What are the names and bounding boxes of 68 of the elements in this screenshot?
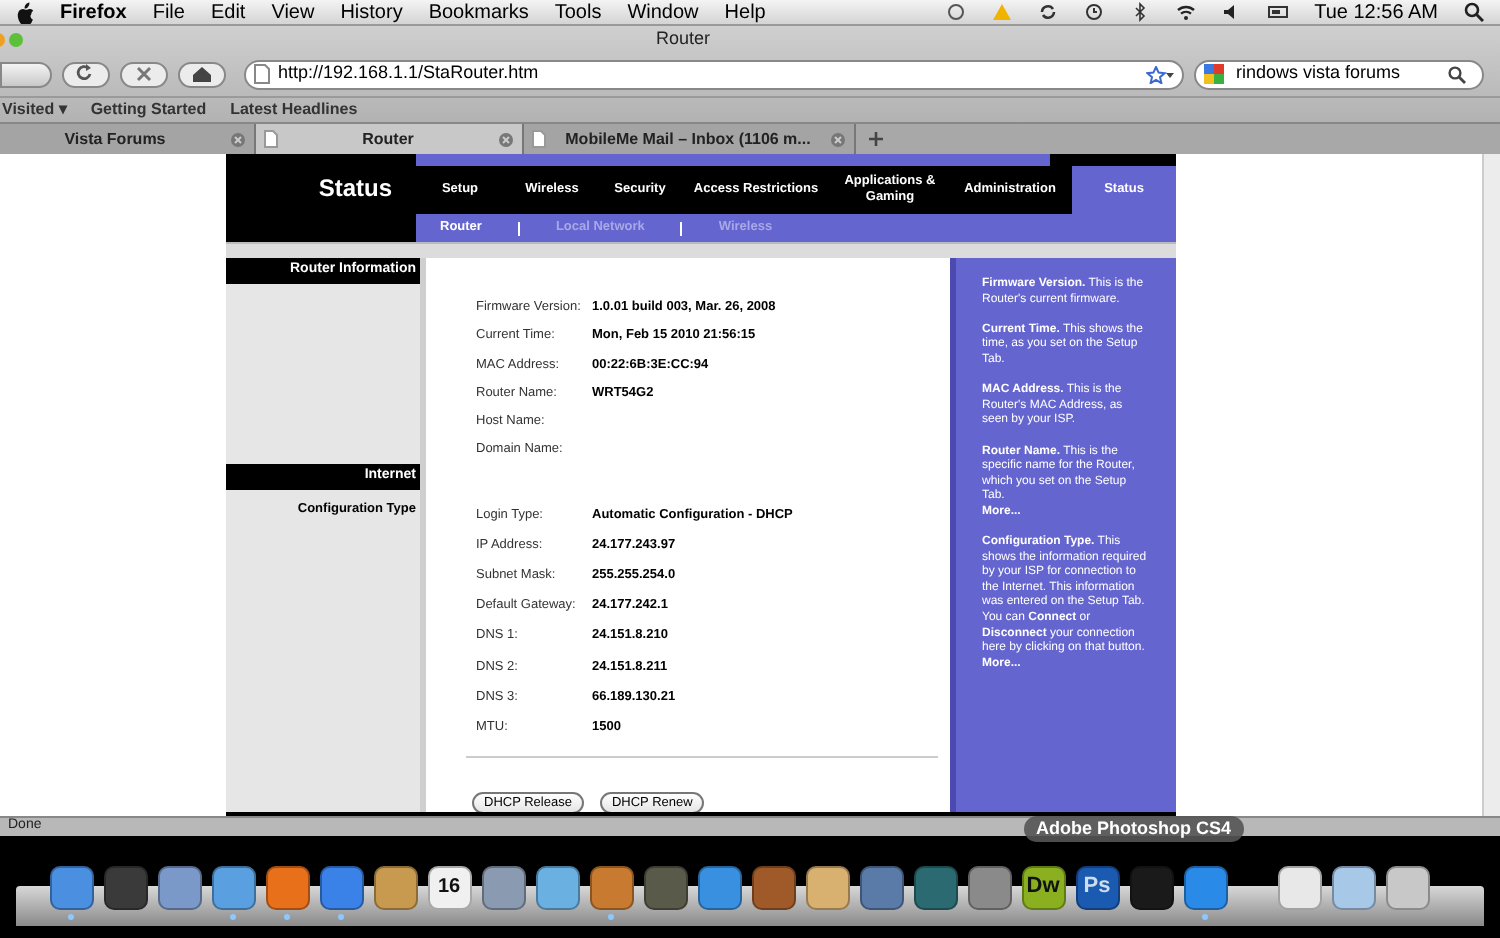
app-icon[interactable] (697, 865, 741, 909)
dock-tooltip: Adobe Photoshop CS4 (1024, 816, 1243, 842)
bookmark-item[interactable]: Getting Started (90, 98, 207, 122)
menu-item[interactable]: Firefox (60, 0, 127, 27)
menu-clock[interactable]: Tue 12:56 AM (1314, 0, 1438, 27)
battery-icon[interactable] (1268, 2, 1289, 22)
app-icon[interactable]: 16 (427, 865, 471, 909)
app-icon[interactable] (103, 865, 147, 909)
clock-icon[interactable] (1084, 2, 1105, 22)
page-title: Status (318, 172, 392, 206)
search-icon[interactable] (1464, 2, 1484, 22)
google-icon[interactable] (1204, 64, 1228, 84)
app-icon[interactable] (535, 865, 579, 909)
app-icon[interactable] (1129, 865, 1173, 909)
menu-item[interactable]: File (152, 0, 185, 27)
page-icon (264, 130, 278, 148)
bookmark-item[interactable]: Latest Headlines (230, 98, 358, 122)
browser-tab[interactable]: Vista Forums (0, 124, 256, 154)
app-icon[interactable] (1331, 865, 1375, 909)
browser-tab[interactable]: MobileMe Mail – Inbox (1106 m... (524, 124, 856, 154)
reload-icon[interactable] (62, 61, 110, 87)
app-icon[interactable] (751, 865, 795, 909)
star-icon[interactable] (1146, 65, 1174, 83)
page-icon (254, 64, 270, 84)
app-icon[interactable] (373, 865, 417, 909)
browser-tab[interactable]: Router (256, 124, 524, 154)
menu-item[interactable]: Window (627, 0, 699, 27)
app-icon[interactable] (967, 865, 1011, 909)
app-icon[interactable] (49, 865, 93, 909)
app-icon[interactable] (1277, 865, 1321, 909)
apple-menu-icon[interactable] (16, 1, 34, 23)
home-icon[interactable] (178, 61, 226, 87)
page-icon (532, 130, 546, 148)
window-title: Router (656, 26, 711, 52)
close-icon[interactable] (830, 131, 846, 147)
app-icon[interactable] (589, 865, 633, 909)
app-icon[interactable] (1183, 865, 1227, 909)
app-icon[interactable] (805, 865, 849, 909)
menu-item[interactable]: Edit (210, 0, 246, 27)
app-icon[interactable] (913, 865, 957, 909)
bluetooth-icon[interactable] (1130, 2, 1151, 22)
app-icon[interactable] (859, 865, 903, 909)
app-icon[interactable] (643, 865, 687, 909)
app-icon[interactable] (319, 865, 363, 909)
app-icon[interactable] (265, 865, 309, 909)
sync-icon[interactable] (1038, 2, 1059, 22)
close-icon[interactable] (230, 131, 246, 147)
address-field[interactable]: http://192.168.1.1/StaRouter.htm (244, 59, 1184, 89)
stop-icon[interactable] (120, 61, 168, 87)
menu-item[interactable]: Tools (554, 0, 602, 27)
close-icon[interactable] (498, 131, 514, 147)
menu-item[interactable]: Bookmarks (428, 0, 529, 27)
back-forward-button[interactable] (0, 61, 52, 87)
app-icon[interactable]: Ps (1075, 865, 1119, 909)
search-field[interactable]: rindows vista forums (1194, 59, 1484, 89)
search-icon[interactable] (1448, 65, 1466, 83)
menu-item[interactable]: History (340, 0, 403, 27)
scrollbar[interactable] (1482, 154, 1500, 816)
app-icon[interactable] (157, 865, 201, 909)
app-icon[interactable] (211, 865, 255, 909)
app-icon[interactable] (1385, 865, 1429, 909)
app-icon[interactable]: Dw (1021, 865, 1065, 909)
menu-item[interactable]: Help (724, 0, 766, 27)
circle-icon[interactable] (946, 2, 967, 22)
wifi-icon[interactable] (1176, 2, 1197, 22)
bookmark-item[interactable]: Visited ▾ (2, 98, 67, 122)
app-icon[interactable] (481, 865, 525, 909)
menu-item[interactable]: View (271, 0, 315, 27)
